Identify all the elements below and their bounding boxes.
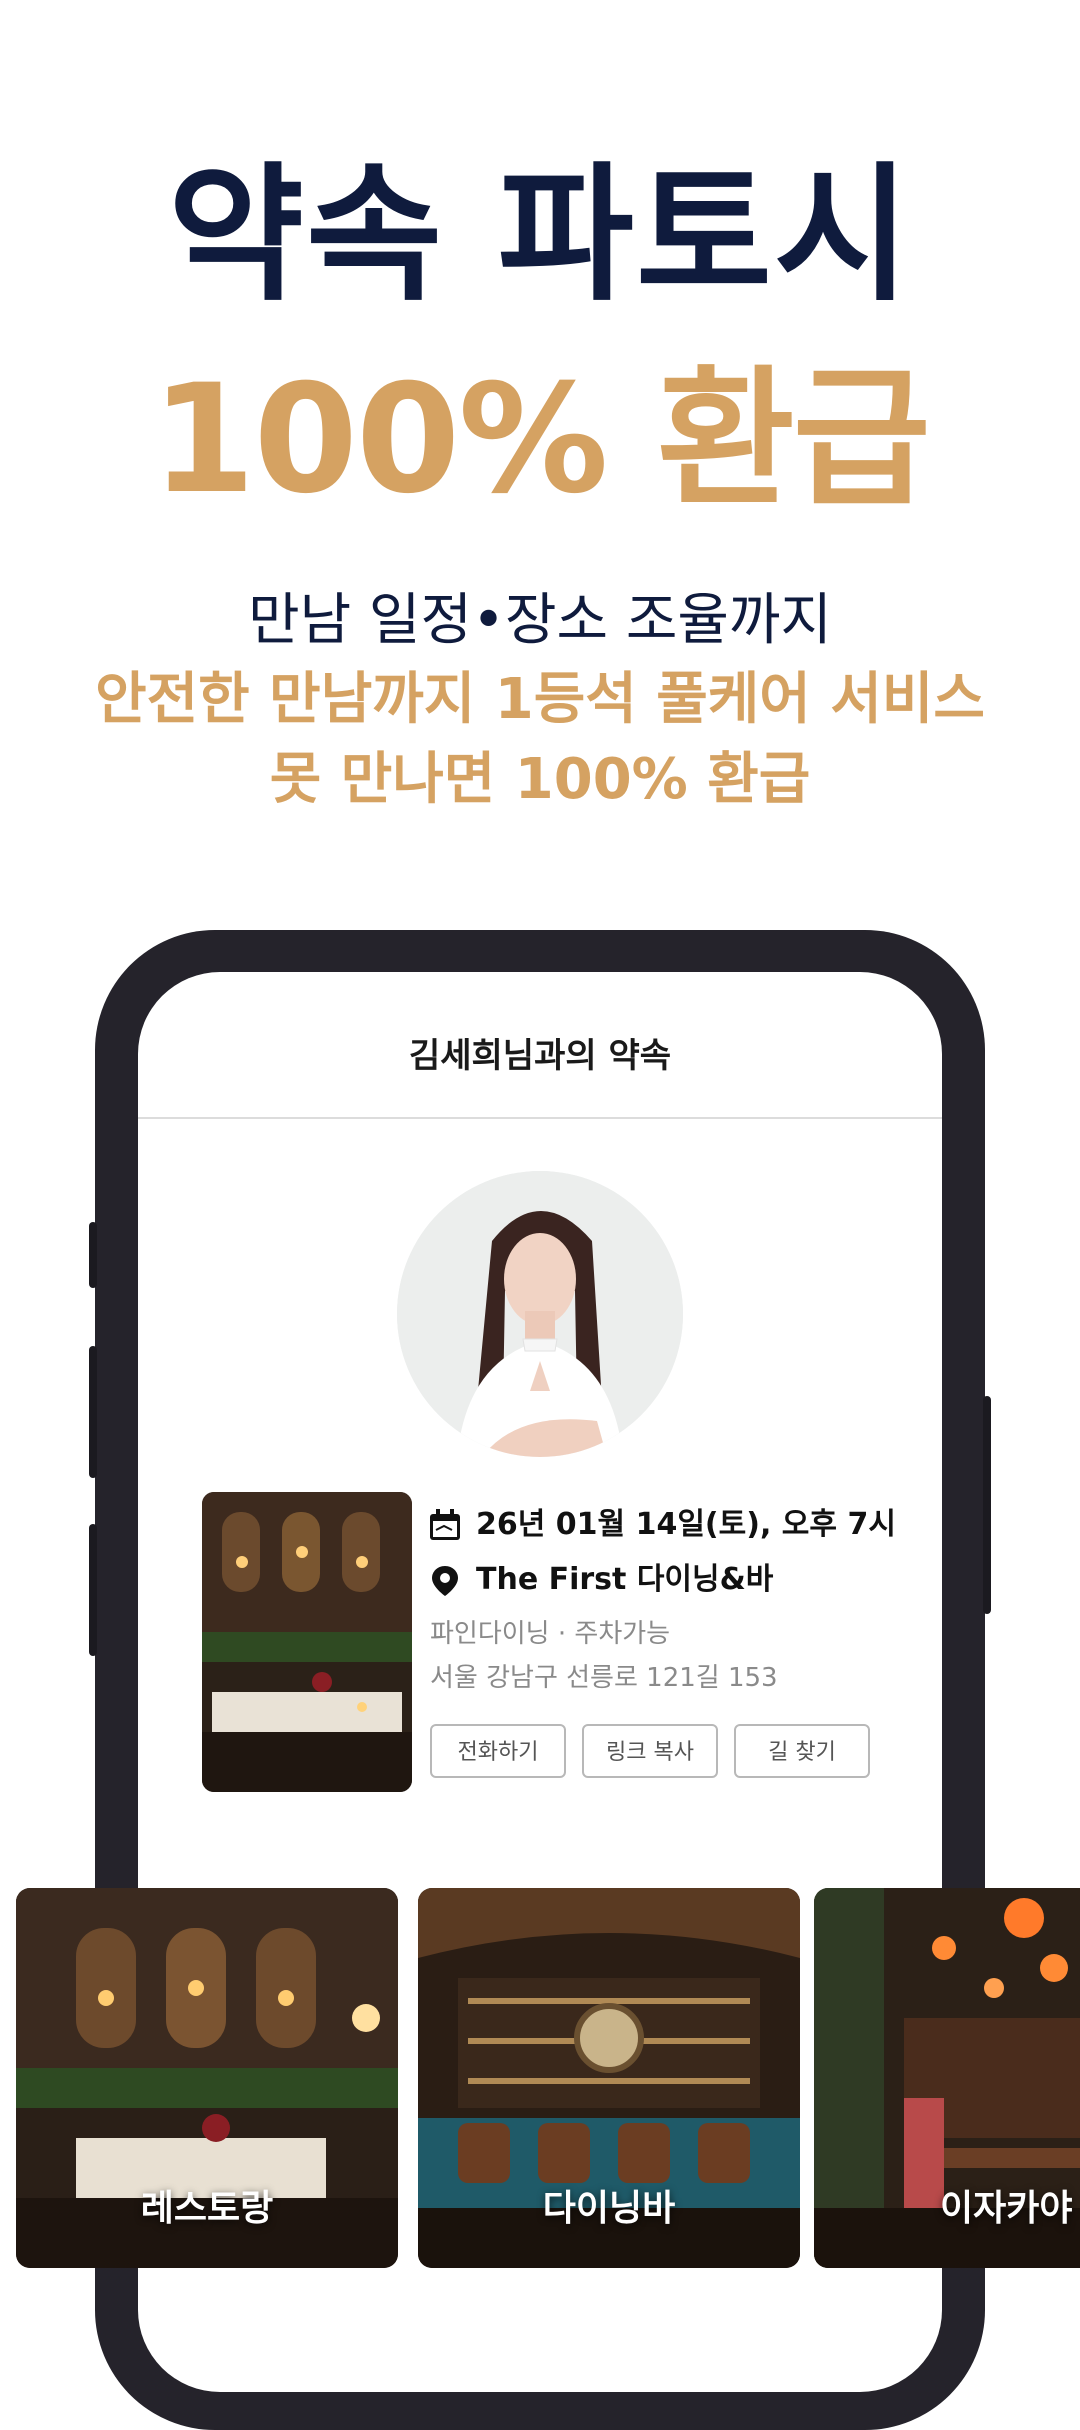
phone-side-button <box>89 1524 97 1656</box>
category-card-izakaya[interactable]: 이자카야 <box>814 1888 1080 2268</box>
avatar-photo <box>397 1171 683 1457</box>
appointment-datetime: 26년 01월 14일(토), 오후 7시 <box>476 1507 896 1542</box>
screen-title: 김세희님과의 약속 <box>408 1036 672 1076</box>
category-label: 레스토랑 <box>140 2188 274 2229</box>
phone-side-button <box>89 1222 97 1288</box>
category-card-dining-bar[interactable]: 다이닝바 <box>418 1888 800 2268</box>
call-button[interactable]: 전화하기 <box>430 1724 566 1778</box>
venue-tags: 파인다이닝 · 주차가능 <box>430 1619 671 1649</box>
category-label: 이자카야 <box>940 2188 1073 2229</box>
directions-button[interactable]: 길 찾기 <box>734 1724 870 1778</box>
hero-subtitle-line3: 못 만나면 100% 환급 <box>269 747 811 812</box>
category-label: 다이닝바 <box>542 2188 676 2229</box>
hero-title-line1: 약속 파토시 <box>167 149 913 321</box>
screen-header: 김세희님과의 약속 <box>138 972 942 1119</box>
venue-address: 서울 강남구 선릉로 121길 153 <box>430 1663 778 1693</box>
hero-subtitle-line2: 안전한 만남까지 1등석 풀케어 서비스 <box>95 667 985 732</box>
venue-thumbnail[interactable] <box>202 1492 412 1792</box>
venue-photo <box>202 1492 412 1792</box>
hero-title-line2: 100% 환급 <box>151 353 931 527</box>
avatar[interactable] <box>397 1171 683 1457</box>
phone-side-button <box>89 1346 97 1478</box>
appointment-place: The First 다이닝&바 <box>476 1562 774 1597</box>
hero-subtitle-line1: 만남 일정•장소 조율까지 <box>248 588 832 653</box>
calendar-icon <box>430 1509 460 1540</box>
category-card-restaurant[interactable]: 레스토랑 <box>16 1888 398 2268</box>
map-pin-icon <box>432 1566 458 1596</box>
phone-side-button <box>983 1396 991 1614</box>
copy-link-button[interactable]: 링크 복사 <box>582 1724 718 1778</box>
